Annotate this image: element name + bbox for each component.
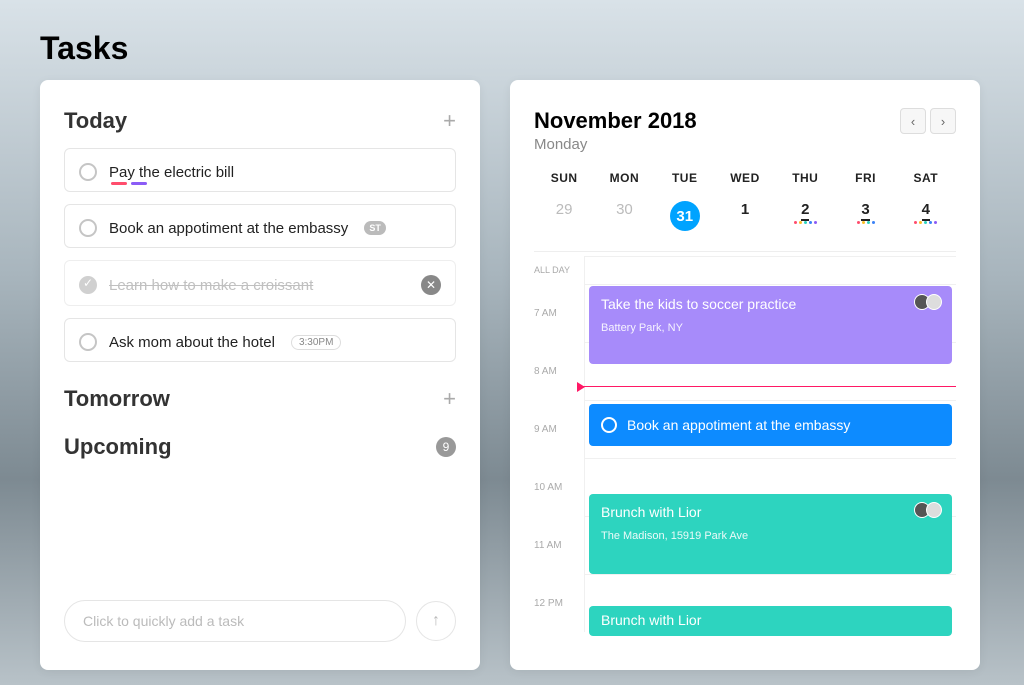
task-tag-badge: ST xyxy=(364,221,386,235)
tomorrow-header: Tomorrow + xyxy=(64,386,456,412)
tomorrow-title: Tomorrow xyxy=(64,386,170,412)
event-title: Brunch with Lior xyxy=(601,612,940,628)
date-cell[interactable]: 30 xyxy=(594,193,654,239)
weekday-label: THU xyxy=(775,171,835,185)
current-time-indicator xyxy=(579,386,956,387)
weekday-label: TUE xyxy=(655,171,715,185)
event-attendees xyxy=(918,502,942,518)
add-today-icon[interactable]: + xyxy=(443,108,456,134)
hour-label: 9 AM xyxy=(534,400,584,458)
task-checkbox[interactable] xyxy=(79,163,97,181)
task-text: Ask mom about the hotel xyxy=(109,334,275,351)
calendar-month-title: November 2018 xyxy=(534,108,697,134)
weekday-label: SAT xyxy=(896,171,956,185)
tasks-panel: Today + Pay the electric bill Book an ap… xyxy=(40,80,480,670)
weekday-label: FRI xyxy=(835,171,895,185)
today-title: Today xyxy=(64,108,127,134)
quick-add-submit-icon[interactable]: ↑ xyxy=(416,601,456,641)
task-checkbox[interactable] xyxy=(79,333,97,351)
event-attendees xyxy=(918,294,942,310)
calendar-event[interactable]: Take the kids to soccer practice Battery… xyxy=(589,286,952,364)
calendar-event[interactable]: Brunch with Lior The Madison, 15919 Park… xyxy=(589,494,952,574)
task-text: Pay the electric bill xyxy=(109,164,234,181)
allday-label: ALL DAY xyxy=(534,256,584,284)
today-header: Today + xyxy=(64,108,456,134)
hour-label: 11 AM xyxy=(534,516,584,574)
date-cell[interactable]: 29 xyxy=(534,193,594,239)
events-column[interactable]: Take the kids to soccer practice Battery… xyxy=(584,256,956,632)
hour-label: 10 AM xyxy=(534,458,584,516)
tag-tick-red xyxy=(111,182,127,185)
timeline: ALL DAY 7 AM 8 AM 9 AM 10 AM 11 AM 12 PM xyxy=(534,256,956,632)
weekday-label: WED xyxy=(715,171,775,185)
page-title: Tasks xyxy=(40,30,128,67)
hour-label: 7 AM xyxy=(534,284,584,342)
task-color-tags xyxy=(111,182,147,185)
task-item[interactable]: Learn how to make a croissant ✕ xyxy=(64,260,456,306)
calendar-panel: November 2018 Monday ‹ › SUN MON TUE WED… xyxy=(510,80,980,670)
calendar-day-subtitle: Monday xyxy=(534,136,697,153)
quick-add-row: ↑ xyxy=(64,600,456,642)
task-time-pill: 3:30PM xyxy=(291,335,341,350)
task-item[interactable]: Pay the electric bill xyxy=(64,148,456,192)
event-title: Take the kids to soccer practice xyxy=(601,296,940,312)
tag-tick-purple xyxy=(131,182,147,185)
hour-label: 12 PM xyxy=(534,574,584,632)
calendar-event[interactable]: Book an appotiment at the embassy xyxy=(589,404,952,446)
upcoming-count-badge: 9 xyxy=(436,437,456,457)
weekday-label: MON xyxy=(594,171,654,185)
task-item[interactable]: Book an appotiment at the embassy ST xyxy=(64,204,456,248)
upcoming-title: Upcoming xyxy=(64,434,172,460)
date-cell[interactable]: 2 xyxy=(775,193,835,239)
calendar-next-icon[interactable]: › xyxy=(930,108,956,134)
weekday-label: SUN xyxy=(534,171,594,185)
date-cell[interactable]: 1 xyxy=(715,193,775,239)
task-item[interactable]: Ask mom about the hotel 3:30PM xyxy=(64,318,456,362)
weekday-row: SUN MON TUE WED THU FRI SAT xyxy=(534,171,956,185)
task-text: Learn how to make a croissant xyxy=(109,277,313,294)
calendar-nav: ‹ › xyxy=(900,108,956,134)
task-checkbox-done[interactable] xyxy=(79,276,97,294)
date-cell[interactable]: 4 xyxy=(896,193,956,239)
add-tomorrow-icon[interactable]: + xyxy=(443,386,456,412)
calendar-event[interactable]: Brunch with Lior xyxy=(589,606,952,636)
task-checkbox[interactable] xyxy=(79,219,97,237)
task-text: Book an appotiment at the embassy xyxy=(109,220,348,237)
event-title: Book an appotiment at the embassy xyxy=(627,417,850,433)
calendar-prev-icon[interactable]: ‹ xyxy=(900,108,926,134)
date-cell[interactable]: 3 xyxy=(835,193,895,239)
calendar-header: November 2018 Monday ‹ › xyxy=(534,108,956,153)
event-location: The Madison, 15919 Park Ave xyxy=(601,530,940,542)
time-labels-column: ALL DAY 7 AM 8 AM 9 AM 10 AM 11 AM 12 PM xyxy=(534,256,584,632)
date-row: 29 30 31 1 2 3 4 xyxy=(534,193,956,252)
upcoming-header: Upcoming 9 xyxy=(64,434,456,460)
date-cell-selected[interactable]: 31 xyxy=(655,193,715,239)
quick-add-input[interactable] xyxy=(64,600,406,642)
event-checkbox-icon[interactable] xyxy=(601,417,617,433)
event-title: Brunch with Lior xyxy=(601,504,940,520)
delete-task-icon[interactable]: ✕ xyxy=(421,275,441,295)
event-location: Battery Park, NY xyxy=(601,322,940,334)
today-task-list: Pay the electric bill Book an appotiment… xyxy=(64,148,456,362)
